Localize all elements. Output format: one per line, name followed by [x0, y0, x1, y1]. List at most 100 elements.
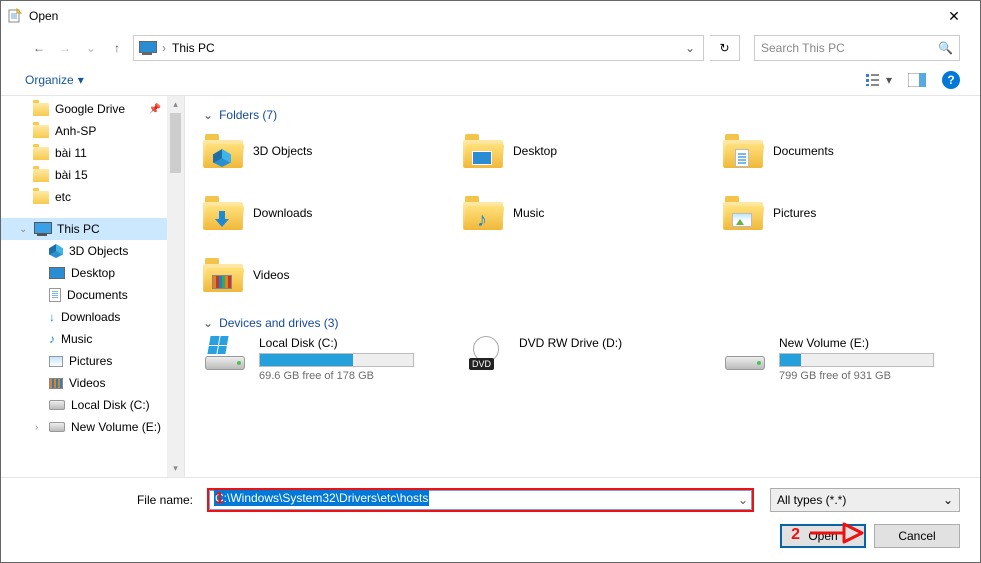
back-button[interactable]: ←	[29, 36, 49, 60]
folders-grid: 3D Objects Desktop Documents Downloads ♪…	[203, 128, 976, 298]
nav-item-downloads[interactable]: ↓ Downloads	[1, 306, 167, 328]
download-icon: ↓	[49, 310, 55, 324]
this-pc-icon	[138, 41, 156, 55]
nav-item-etc[interactable]: etc	[1, 186, 167, 208]
search-icon: 🔍	[938, 41, 953, 55]
drives-grid: Local Disk (C:) 69.6 GB free of 178 GB D…	[203, 336, 976, 392]
folder-videos[interactable]: Videos	[203, 252, 463, 298]
nav-item-anh-sp[interactable]: Anh-SP	[1, 120, 167, 142]
folder-icon	[33, 147, 49, 160]
chevron-right-icon: ›	[162, 41, 166, 55]
video-icon	[49, 378, 63, 389]
address-dropdown[interactable]: ⌄	[681, 41, 699, 55]
nav-item-pictures[interactable]: Pictures	[1, 350, 167, 372]
chevron-down-icon: ⌄	[943, 493, 953, 507]
folder-downloads[interactable]: Downloads	[203, 190, 463, 236]
nav-item-documents[interactable]: Documents	[1, 284, 167, 306]
capacity-bar	[779, 353, 934, 367]
cancel-button[interactable]: Cancel	[874, 524, 960, 548]
capacity-bar	[259, 353, 414, 367]
view-options-button[interactable]: ▾	[862, 69, 896, 91]
dialog-body: Google Drive 📌 Anh-SP bài 11 bài 15 etc	[1, 95, 980, 477]
title-bar: Open ✕	[1, 1, 980, 31]
this-pc-icon	[33, 222, 51, 236]
folder-icon	[33, 125, 49, 138]
chevron-down-icon: ⌄	[203, 108, 213, 122]
forward-button[interactable]: →	[55, 36, 75, 60]
refresh-button[interactable]: ↻	[710, 35, 740, 61]
file-name-row: File name: C:\Windows\System32\Drivers\e…	[21, 488, 960, 512]
search-placeholder: Search This PC	[761, 41, 845, 55]
nav-item-this-pc[interactable]: ⌄ This PC	[1, 218, 167, 240]
open-file-dialog: Open ✕ ← → ⌄ ↑ › This PC ⌄ ↻ Search This…	[0, 0, 981, 563]
address-bar[interactable]: › This PC ⌄	[133, 35, 704, 61]
address-crumb[interactable]: This PC	[172, 41, 215, 55]
window-title: Open	[29, 9, 58, 23]
folder-music[interactable]: ♪ Music	[463, 190, 723, 236]
folder-icon: ♪	[463, 196, 503, 230]
annotation-1: 1	[215, 490, 224, 508]
drive-icon	[203, 336, 247, 370]
recent-dropdown[interactable]: ⌄	[81, 36, 101, 60]
organize-button[interactable]: Organize ▾	[25, 73, 84, 87]
expand-arrow-icon[interactable]: ⌄	[19, 224, 27, 235]
expand-arrow-icon[interactable]: ›	[35, 422, 38, 433]
folder-icon	[203, 134, 243, 168]
nav-item-new-volume-e[interactable]: › New Volume (E:)	[1, 416, 167, 438]
chevron-down-icon: ▾	[78, 73, 84, 87]
folder-icon	[463, 134, 503, 168]
up-button[interactable]: ↑	[107, 36, 127, 60]
nav-item-bai11[interactable]: bài 11	[1, 142, 167, 164]
picture-icon	[49, 356, 63, 367]
close-button[interactable]: ✕	[934, 8, 974, 25]
nav-item-music[interactable]: ♪ Music	[1, 328, 167, 350]
cube-icon	[49, 244, 63, 258]
file-name-label: File name:	[21, 493, 199, 507]
app-icon	[7, 8, 23, 24]
folder-icon	[203, 258, 243, 292]
group-header-drives[interactable]: ⌄ Devices and drives (3)	[203, 316, 976, 330]
folder-desktop[interactable]: Desktop	[463, 128, 723, 174]
drive-icon	[49, 422, 65, 432]
folder-documents[interactable]: Documents	[723, 128, 980, 174]
desktop-icon	[49, 267, 65, 279]
annotation-2: 2	[791, 526, 800, 544]
drive-icon	[723, 336, 767, 370]
pin-icon: 📌	[149, 104, 161, 115]
document-icon	[49, 288, 61, 302]
content-pane[interactable]: ⌄ Folders (7) 3D Objects Desktop Documen…	[184, 96, 980, 477]
nav-scrollbar[interactable]: ▴ ▾	[167, 96, 184, 477]
folder-icon	[723, 134, 763, 168]
drive-new-volume-e[interactable]: New Volume (E:) 799 GB free of 931 GB	[723, 336, 980, 392]
navigation-pane[interactable]: Google Drive 📌 Anh-SP bài 11 bài 15 etc	[1, 96, 167, 477]
combo-dropdown-icon[interactable]: ⌄	[738, 493, 748, 507]
folder-icon	[33, 191, 49, 204]
chevron-down-icon: ⌄	[203, 316, 213, 330]
music-icon: ♪	[49, 332, 55, 346]
help-button[interactable]: ?	[942, 71, 960, 89]
nav-item-local-disk-c[interactable]: Local Disk (C:)	[1, 394, 167, 416]
file-type-select[interactable]: All types (*.*) ⌄	[770, 488, 960, 512]
nav-item-videos[interactable]: Videos	[1, 372, 167, 394]
folder-icon	[33, 169, 49, 182]
drive-local-c[interactable]: Local Disk (C:) 69.6 GB free of 178 GB	[203, 336, 463, 392]
nav-item-google-drive[interactable]: Google Drive 📌	[1, 98, 167, 120]
drive-icon	[49, 400, 65, 410]
annotation-arrow-icon	[808, 518, 864, 548]
address-row: ← → ⌄ ↑ › This PC ⌄ ↻ Search This PC 🔍	[1, 31, 980, 65]
group-header-folders[interactable]: ⌄ Folders (7)	[203, 108, 976, 122]
folder-icon	[33, 103, 49, 116]
bottom-panel: File name: C:\Windows\System32\Drivers\e…	[1, 477, 980, 562]
nav-item-bai15[interactable]: bài 15	[1, 164, 167, 186]
nav-item-desktop[interactable]: Desktop	[1, 262, 167, 284]
folder-pictures[interactable]: Pictures	[723, 190, 980, 236]
folder-icon	[723, 196, 763, 230]
preview-pane-button[interactable]	[900, 69, 934, 91]
folder-icon	[203, 196, 243, 230]
file-name-input[interactable]: C:\Windows\System32\Drivers\etc\hosts ⌄	[207, 488, 754, 512]
folder-3d-objects[interactable]: 3D Objects	[203, 128, 463, 174]
drive-dvd-d[interactable]: DVD DVD RW Drive (D:)	[463, 336, 723, 392]
search-input[interactable]: Search This PC 🔍	[754, 35, 960, 61]
nav-item-3d-objects[interactable]: 3D Objects	[1, 240, 167, 262]
toolbar: Organize ▾ ▾ ?	[1, 65, 980, 95]
